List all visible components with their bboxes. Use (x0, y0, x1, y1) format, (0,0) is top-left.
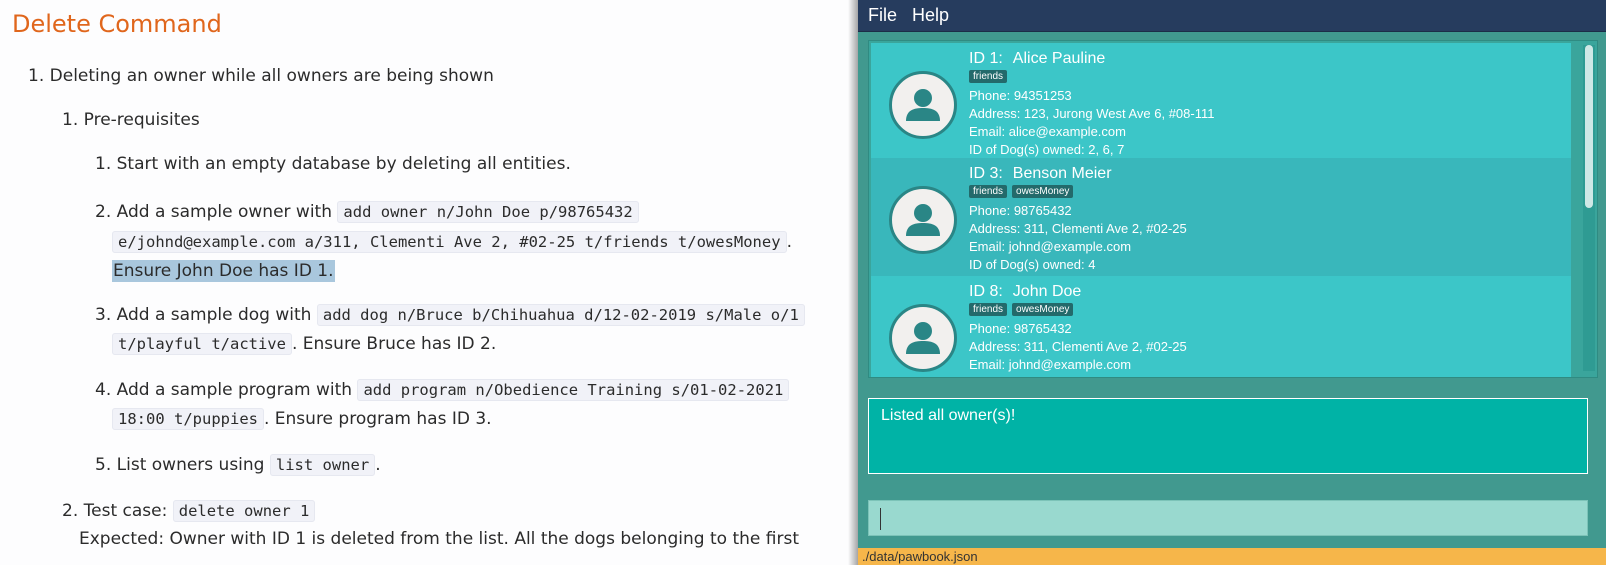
owner-phone: Phone: 94351253 (969, 88, 1072, 103)
item-text: Add a sample dog with (116, 305, 317, 325)
item-text: Pre-requisites (83, 110, 200, 130)
item-number: 3. (95, 305, 112, 325)
selected-text: Ensure John Doe has ID 1. (112, 260, 335, 282)
owner-email: Email: johnd@example.com (969, 239, 1132, 254)
owner-dogs: ID of Dog(s) owned: 2, 6, 7 (969, 142, 1125, 157)
result-panel: Listed all owner(s)! (858, 388, 1606, 480)
save-location-path: ./data/pawbook.json (862, 549, 978, 564)
list-item: 1. Pre-requisites (62, 108, 200, 132)
item-number: 1. (28, 66, 45, 86)
code-snippet: add dog n/Bruce b/Chihuahua d/12-02-2019… (316, 304, 805, 326)
code-snippet: delete owner 1 (172, 500, 316, 522)
menu-bar: File Help (858, 0, 1606, 32)
tag: owesMoney (1012, 303, 1074, 316)
item-text: . (786, 232, 792, 252)
owner-card[interactable]: ID 8: John Doe friends owesMoney Phone: 98… (871, 276, 1571, 377)
menu-file[interactable]: File (864, 5, 901, 26)
list-item: 5. List owners using list owner. (95, 453, 381, 477)
item-text: . (375, 455, 381, 475)
person-icon (906, 89, 940, 121)
result-message: Listed all owner(s)! (881, 407, 1016, 424)
list-item-continuation: e/johnd@example.com a/311, Clementi Ave … (112, 230, 792, 254)
owner-card[interactable]: ID 3: Benson Meier friends owesMoney Phone… (871, 158, 1571, 276)
owner-title: ID 3: Benson Meier (969, 164, 1187, 184)
tag-list: friends (969, 70, 1214, 87)
tag-list: friends owesMoney (969, 303, 1187, 320)
owner-title: ID 1: Alice Pauline (969, 49, 1214, 69)
list-item: 4. Add a sample program with add program… (95, 378, 790, 402)
list-item: 2. Add a sample owner with add owner n/J… (95, 200, 639, 224)
item-number: 4. (95, 380, 112, 400)
owner-name: John Doe (1012, 283, 1082, 300)
tag: friends (969, 303, 1008, 316)
code-snippet: list owner (269, 454, 376, 476)
owner-email: Email: johnd@example.com (969, 357, 1132, 372)
owner-name: Alice Pauline (1012, 50, 1106, 67)
code-snippet: add owner n/John Doe p/98765432 (337, 201, 639, 223)
code-snippet: e/johnd@example.com a/311, Clementi Ave … (112, 231, 787, 253)
owner-phone: Phone: 98765432 (969, 321, 1072, 336)
owner-name: Benson Meier (1012, 165, 1112, 182)
scroll-thumb[interactable] (1585, 45, 1593, 208)
list-item: 3. Add a sample dog with add dog n/Bruce… (95, 303, 805, 327)
owner-id: ID 3: (969, 165, 1003, 182)
status-bar: ./data/pawbook.json (858, 548, 1606, 565)
item-text: Deleting an owner while all owners are b… (49, 66, 494, 86)
avatar (889, 71, 957, 139)
tag: owesMoney (1012, 185, 1074, 198)
window-shadow (848, 0, 858, 565)
command-input[interactable] (868, 500, 1588, 536)
owner-id: ID 8: (969, 283, 1003, 300)
menu-help[interactable]: Help (908, 5, 953, 26)
item-number: 5. (95, 455, 112, 475)
item-number: 2. (62, 501, 79, 521)
result-display[interactable]: Listed all owner(s)! (868, 398, 1588, 474)
list-item-continuation: 18:00 t/puppies. Ensure program has ID 3… (112, 407, 492, 431)
code-snippet: t/playful t/active (112, 333, 292, 355)
documentation-page: Delete Command 1. Deleting an owner whil… (0, 0, 858, 565)
owner-phone: Phone: 98765432 (969, 203, 1072, 218)
item-text: List owners using (116, 455, 270, 475)
text-caret (880, 508, 881, 530)
list-item: 2. Test case: delete owner 1 (62, 499, 316, 523)
item-number: 1. (95, 154, 112, 174)
section-heading: Delete Command (12, 10, 222, 38)
list-item-continuation: t/playful t/active. Ensure Bruce has ID … (112, 332, 496, 356)
pawbook-app-window: File Help ID 1: Alice Pauline friends Pho… (858, 0, 1606, 565)
item-number: 2. (95, 202, 112, 222)
owner-title: ID 8: John Doe (969, 282, 1187, 302)
owner-card[interactable]: ID 1: Alice Pauline friends Phone: 943512… (871, 43, 1571, 161)
list-item-continuation: Expected: Owner with ID 1 is deleted fro… (79, 527, 799, 551)
tag-list: friends owesMoney (969, 185, 1187, 202)
item-text: Add a sample owner with (116, 202, 338, 222)
person-icon (906, 322, 940, 354)
avatar (889, 186, 957, 254)
item-text: Add a sample program with (116, 380, 358, 400)
owner-id: ID 1: (969, 50, 1003, 67)
owner-list-panel[interactable]: ID 1: Alice Pauline friends Phone: 943512… (868, 40, 1598, 378)
tag: friends (969, 185, 1008, 198)
person-icon (906, 204, 940, 236)
owner-dogs: ID of Dog(s) owned: 4 (969, 257, 1096, 272)
code-snippet: add program n/Obedience Training s/01-02… (357, 379, 790, 401)
owner-email: Email: alice@example.com (969, 124, 1126, 139)
list-scrollbar[interactable] (1583, 45, 1595, 371)
avatar (889, 304, 957, 372)
code-snippet: 18:00 t/puppies (112, 408, 264, 430)
item-text: . Ensure program has ID 3. (263, 409, 492, 429)
item-number: 1. (62, 110, 79, 130)
owner-address: Address: 123, Jurong West Ave 6, #08-111 (969, 106, 1215, 121)
owner-address: Address: 311, Clementi Ave 2, #02-25 (969, 339, 1187, 354)
item-text: Expected: Owner with ID 1 is deleted fro… (79, 529, 799, 549)
item-text: Test case: (83, 501, 173, 521)
tag: friends (969, 70, 1008, 83)
list-item: 1. Start with an empty database by delet… (95, 152, 571, 176)
item-text: . Ensure Bruce has ID 2. (291, 334, 497, 354)
item-text: Start with an empty database by deleting… (116, 154, 571, 174)
list-item: 1. Deleting an owner while all owners ar… (28, 64, 494, 88)
owner-address: Address: 311, Clementi Ave 2, #02-25 (969, 221, 1187, 236)
list-item-continuation: Ensure John Doe has ID 1. (112, 259, 335, 283)
